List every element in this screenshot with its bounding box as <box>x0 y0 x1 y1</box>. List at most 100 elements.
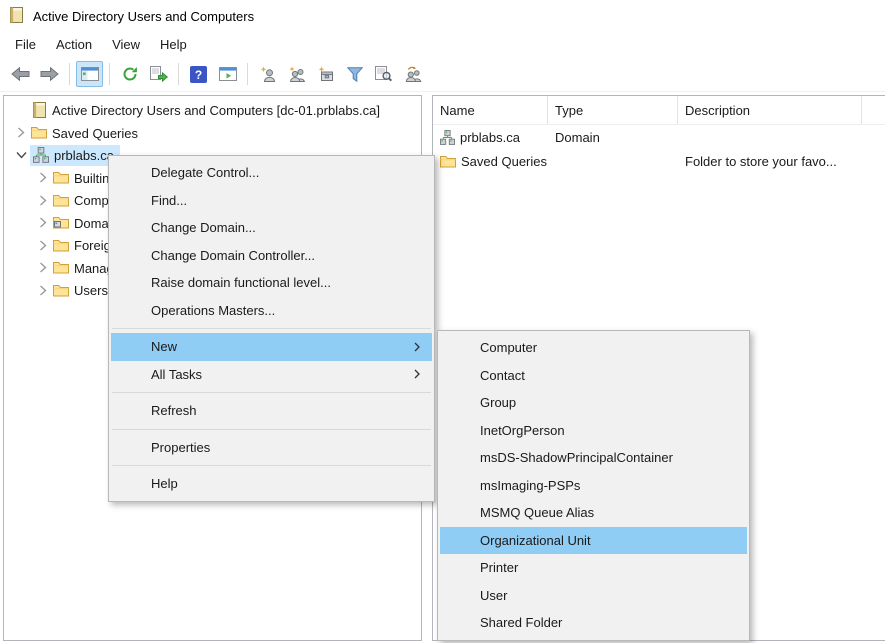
folder-icon <box>30 126 48 139</box>
show-console-tree-button[interactable] <box>76 61 103 87</box>
menu-item-new[interactable]: New <box>111 333 432 361</box>
cell-description: Folder to store your favo... <box>678 154 862 169</box>
svg-text:?: ? <box>195 68 202 82</box>
refresh-icon <box>122 66 138 82</box>
chevron-right-icon[interactable] <box>34 217 52 228</box>
forward-button[interactable] <box>36 61 63 87</box>
menu-item-label: New <box>151 339 177 354</box>
show-action-pane-button[interactable] <box>214 61 241 87</box>
back-button[interactable] <box>7 61 34 87</box>
chevron-down-icon[interactable] <box>12 151 30 159</box>
submenu-arrow-icon <box>414 342 420 352</box>
back-icon <box>11 67 30 81</box>
submenu-item-shared-folder[interactable]: Shared Folder <box>440 609 747 637</box>
toolbar-separator <box>69 63 70 85</box>
menu-item-help[interactable]: Help <box>111 470 432 498</box>
filter-icon <box>347 67 363 82</box>
add-to-group-button[interactable] <box>399 61 426 87</box>
toolbar: ? <box>0 57 885 92</box>
list-header: Name Type Description <box>433 96 885 125</box>
forward-icon <box>40 67 59 81</box>
menu-item-properties[interactable]: Properties <box>111 434 432 462</box>
chevron-right-icon[interactable] <box>34 172 52 183</box>
column-header-type[interactable]: Type <box>548 96 678 124</box>
submenu-item-computer[interactable]: Computer <box>440 334 747 362</box>
new-ou-button[interactable] <box>312 61 339 87</box>
tree-selection: prblabs.ca <box>30 145 120 166</box>
submenu-item-msds-shadowprincipalcontainer[interactable]: msDS-ShadowPrincipalContainer <box>440 444 747 472</box>
export-list-icon <box>150 66 168 82</box>
aduc-window: Active Directory Users and Computers Fil… <box>0 0 885 643</box>
menu-separator <box>112 392 431 393</box>
directory-book-icon <box>30 102 48 118</box>
chevron-right-icon[interactable] <box>34 240 52 251</box>
filter-button[interactable] <box>341 61 368 87</box>
submenu-item-msimaging-psps[interactable]: msImaging-PSPs <box>440 472 747 500</box>
new-group-icon <box>288 66 306 82</box>
new-group-button[interactable] <box>283 61 310 87</box>
cell-name: Saved Queries <box>461 154 547 169</box>
submenu-item-inetorgperson[interactable]: InetOrgPerson <box>440 417 747 445</box>
submenu-item-printer[interactable]: Printer <box>440 554 747 582</box>
folder-icon <box>440 155 456 168</box>
toolbar-separator <box>247 63 248 85</box>
menu-view[interactable]: View <box>102 34 150 55</box>
tree-root-label: Active Directory Users and Computers [dc… <box>52 102 380 118</box>
context-menu: Delegate Control... Find... Change Domai… <box>108 155 435 502</box>
domain-icon <box>440 130 455 145</box>
tree-item-label: Users <box>74 282 108 298</box>
submenu-item-organizational-unit[interactable]: Organizational Unit <box>440 527 747 555</box>
menu-bar: File Action View Help <box>0 32 885 57</box>
tree-item-label: Builtin <box>74 170 109 186</box>
table-row-saved-queries[interactable]: Saved Queries Folder to store your favo.… <box>433 150 885 173</box>
menu-item-change-domain-controller[interactable]: Change Domain Controller... <box>111 242 432 270</box>
title-bar: Active Directory Users and Computers <box>0 0 885 32</box>
submenu-item-user[interactable]: User <box>440 582 747 610</box>
toolbar-separator <box>178 63 179 85</box>
menu-file[interactable]: File <box>5 34 46 55</box>
folder-icon <box>52 239 70 252</box>
submenu-item-msmq-queue-alias[interactable]: MSMQ Queue Alias <box>440 499 747 527</box>
export-list-button[interactable] <box>145 61 172 87</box>
new-submenu: Computer Contact Group InetOrgPerson msD… <box>437 330 750 641</box>
action-pane-icon <box>219 67 237 81</box>
tree-item-label: Saved Queries <box>52 125 138 141</box>
folder-icon <box>52 284 70 297</box>
chevron-right-icon[interactable] <box>34 262 52 273</box>
table-row-prblabs-ca[interactable]: prblabs.ca Domain <box>433 126 885 149</box>
folder-icon <box>52 171 70 184</box>
tree-item-root[interactable]: Active Directory Users and Computers [dc… <box>4 99 421 122</box>
menu-item-refresh[interactable]: Refresh <box>111 397 432 425</box>
column-header-name[interactable]: Name <box>433 96 548 124</box>
menu-action[interactable]: Action <box>46 34 102 55</box>
menu-help[interactable]: Help <box>150 34 197 55</box>
menu-item-label: All Tasks <box>151 367 202 382</box>
menu-item-change-domain[interactable]: Change Domain... <box>111 214 432 242</box>
menu-separator <box>112 328 431 329</box>
find-button[interactable] <box>370 61 397 87</box>
submenu-arrow-icon <box>414 369 420 379</box>
add-to-group-icon <box>404 66 422 82</box>
menu-item-operations-masters[interactable]: Operations Masters... <box>111 297 432 325</box>
chevron-right-icon[interactable] <box>12 127 30 138</box>
menu-item-raise-domain-functional-level[interactable]: Raise domain functional level... <box>111 269 432 297</box>
tree-item-saved-queries[interactable]: Saved Queries <box>4 122 421 145</box>
new-ou-icon <box>318 66 334 82</box>
console-tree-icon <box>81 67 99 81</box>
menu-item-find[interactable]: Find... <box>111 187 432 215</box>
menu-item-delegate-control[interactable]: Delegate Control... <box>111 159 432 187</box>
refresh-button[interactable] <box>116 61 143 87</box>
new-user-button[interactable] <box>254 61 281 87</box>
toolbar-separator <box>109 63 110 85</box>
submenu-item-contact[interactable]: Contact <box>440 362 747 390</box>
menu-separator <box>112 465 431 466</box>
domain-controllers-folder-icon <box>52 216 70 229</box>
help-button[interactable]: ? <box>185 61 212 87</box>
cell-type: Domain <box>548 130 678 145</box>
menu-item-all-tasks[interactable]: All Tasks <box>111 361 432 389</box>
new-user-icon <box>260 66 276 82</box>
column-header-description[interactable]: Description <box>678 96 862 124</box>
chevron-right-icon[interactable] <box>34 195 52 206</box>
chevron-right-icon[interactable] <box>34 285 52 296</box>
submenu-item-group[interactable]: Group <box>440 389 747 417</box>
